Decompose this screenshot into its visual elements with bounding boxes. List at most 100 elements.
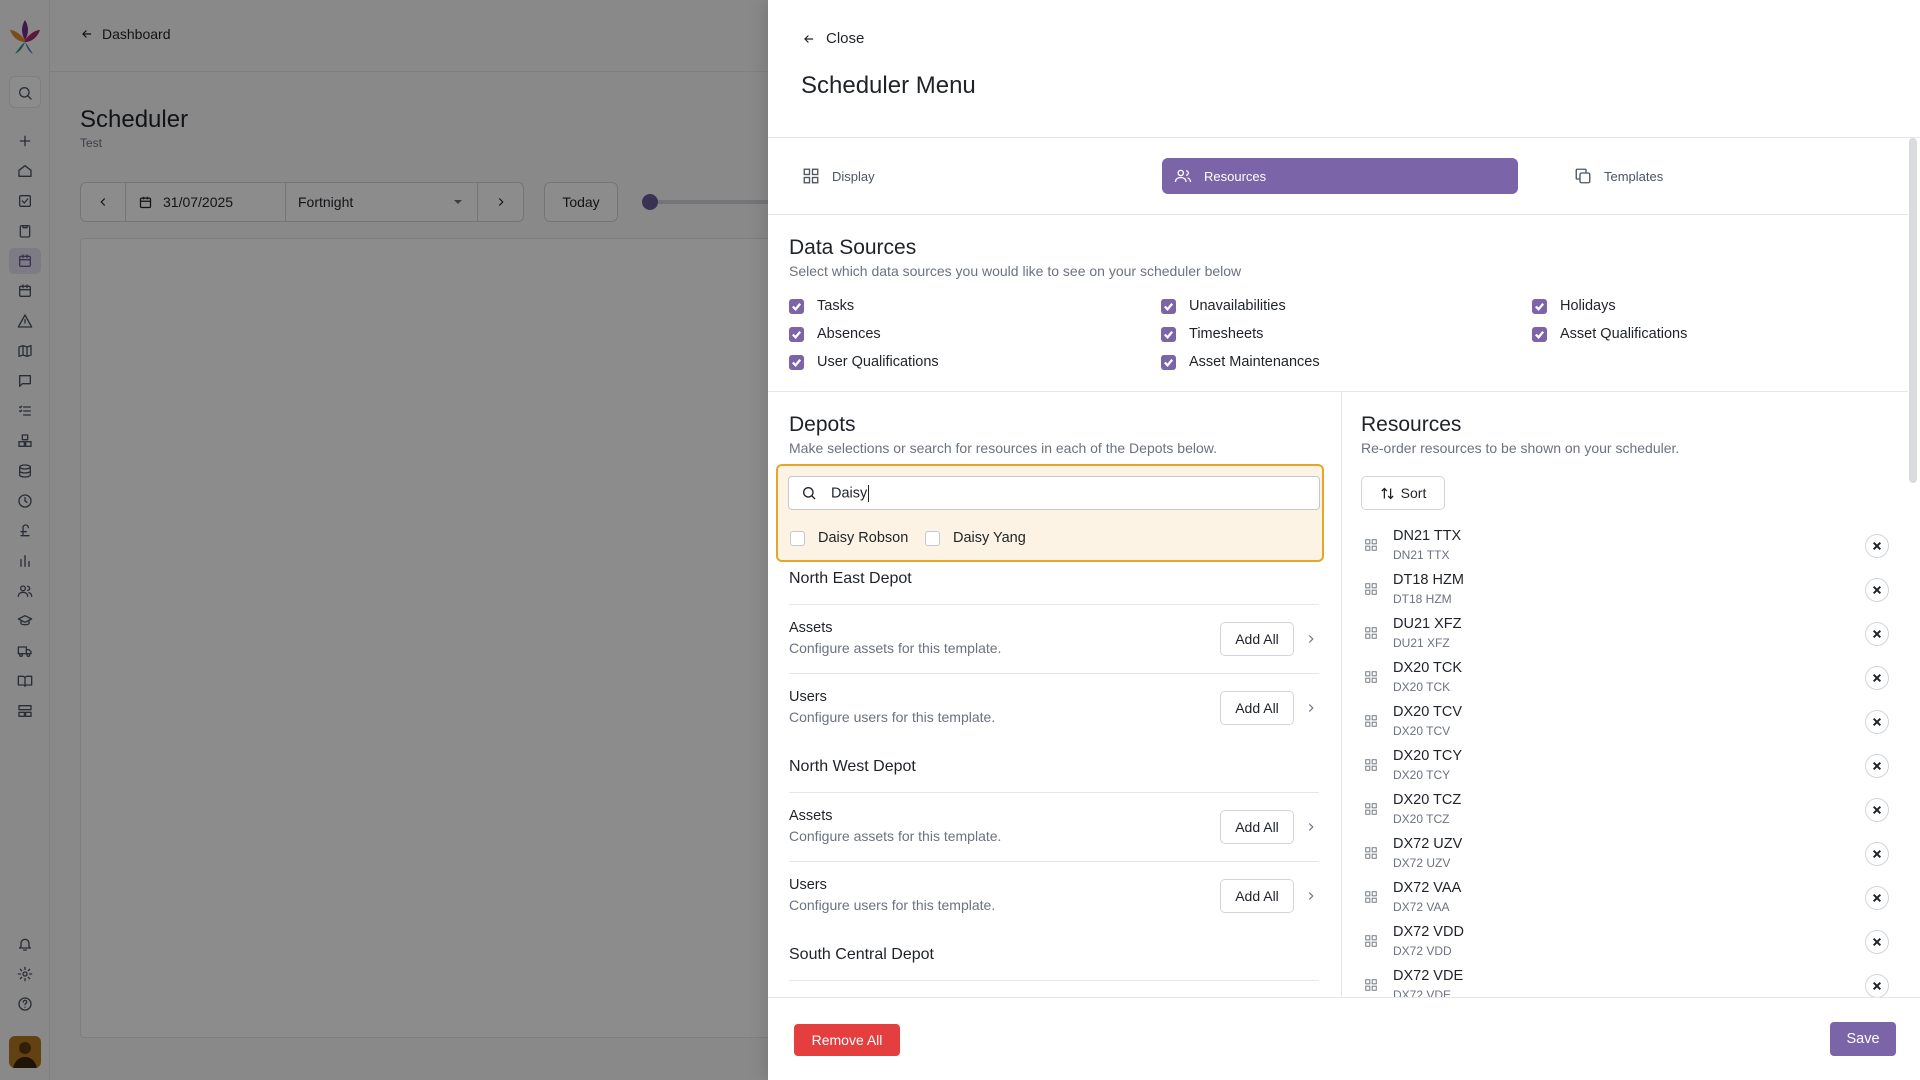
resource-row[interactable]: DN21 TTX DN21 TTX xyxy=(1361,524,1905,568)
resource-subtitle: DX72 UZV xyxy=(1393,856,1451,870)
checkbox-label: Unavailabilities xyxy=(1189,298,1286,314)
result-label: Daisy Yang xyxy=(953,530,1026,546)
resource-name: DX72 VDD xyxy=(1393,924,1464,940)
remove-resource-button[interactable] xyxy=(1865,666,1889,690)
drag-handle-icon[interactable] xyxy=(1364,934,1378,948)
row-description: Configure users for this template. xyxy=(789,709,996,725)
column-divider xyxy=(1341,391,1342,997)
checkbox-checked-icon xyxy=(1532,298,1547,314)
sort-button[interactable]: Sort xyxy=(1361,476,1445,510)
checkbox-unavailabilities[interactable]: Unavailabilities xyxy=(1161,298,1286,314)
checkbox-checked-icon xyxy=(789,354,804,370)
drag-handle-icon[interactable] xyxy=(1364,846,1378,860)
remove-resource-button[interactable] xyxy=(1865,578,1889,602)
resource-row[interactable]: DX72 VAA DX72 VAA xyxy=(1361,876,1905,920)
tab-templates[interactable]: Templates xyxy=(1540,158,1880,194)
resource-name: DX20 TCY xyxy=(1393,748,1463,764)
drag-handle-icon[interactable] xyxy=(1364,802,1378,816)
add-all-users-button[interactable]: Add All xyxy=(1220,691,1294,725)
checkbox-absences[interactable]: Absences xyxy=(789,326,881,342)
result-daisy-yang[interactable]: Daisy Yang xyxy=(925,530,1026,546)
save-button[interactable]: Save xyxy=(1830,1022,1896,1056)
result-label: Daisy Robson xyxy=(818,530,909,546)
divider xyxy=(789,673,1319,674)
drag-handle-icon[interactable] xyxy=(1364,538,1378,552)
close-icon xyxy=(1872,673,1882,683)
depots-description: Make selections or search for resources … xyxy=(789,440,1217,456)
drag-handle-icon[interactable] xyxy=(1364,890,1378,904)
add-all-assets-button[interactable]: Add All xyxy=(1220,622,1294,656)
remove-resource-button[interactable] xyxy=(1865,710,1889,734)
users-icon xyxy=(1174,169,1192,183)
close-icon xyxy=(1872,717,1882,727)
resource-name: DX20 TCZ xyxy=(1393,792,1462,808)
modal-backdrop[interactable] xyxy=(0,0,768,1080)
divider xyxy=(768,214,1908,215)
close-icon xyxy=(1872,541,1882,551)
divider xyxy=(789,792,1319,793)
checkbox-holidays[interactable]: Holidays xyxy=(1532,298,1616,314)
resource-row[interactable]: DX20 TCK DX20 TCK xyxy=(1361,656,1905,700)
close-icon xyxy=(1872,585,1882,595)
remove-resource-button[interactable] xyxy=(1865,622,1889,646)
resource-row[interactable]: DX20 TCZ DX20 TCZ xyxy=(1361,788,1905,832)
drag-handle-icon[interactable] xyxy=(1364,626,1378,640)
chevron-right-icon[interactable] xyxy=(1304,889,1318,903)
row-description: Configure assets for this template. xyxy=(789,828,1002,844)
resource-row[interactable]: DX72 VDE DX72 VDE xyxy=(1361,964,1905,998)
remove-resource-button[interactable] xyxy=(1865,930,1889,954)
panel-scrollbar[interactable] xyxy=(1909,138,1917,483)
row-title: Assets xyxy=(789,808,833,824)
resource-name: DX20 TCV xyxy=(1393,704,1463,720)
chevron-right-icon[interactable] xyxy=(1304,820,1318,834)
resource-subtitle: DX72 VAA xyxy=(1393,900,1450,914)
result-daisy-robson[interactable]: Daisy Robson xyxy=(790,530,908,546)
tab-resources[interactable]: Resources xyxy=(1162,158,1518,194)
resource-row[interactable]: DT18 HZM DT18 HZM xyxy=(1361,568,1905,612)
checkbox-tasks[interactable]: Tasks xyxy=(789,298,854,314)
remove-resource-button[interactable] xyxy=(1865,754,1889,778)
tab-label: Templates xyxy=(1604,168,1664,184)
remove-resource-button[interactable] xyxy=(1865,534,1889,558)
checkbox-checked-icon xyxy=(789,298,804,314)
sort-icon xyxy=(1381,487,1394,499)
checkbox-timesheets[interactable]: Timesheets xyxy=(1161,326,1263,342)
resource-row[interactable]: DU21 XFZ DU21 XFZ xyxy=(1361,612,1905,656)
checkbox-label: User Qualifications xyxy=(817,354,939,370)
resource-row[interactable]: DX72 UZV DX72 UZV xyxy=(1361,832,1905,876)
drag-handle-icon[interactable] xyxy=(1364,978,1378,992)
remove-resource-button[interactable] xyxy=(1865,798,1889,822)
checkbox-unchecked-icon xyxy=(925,530,940,546)
resource-row[interactable]: DX20 TCV DX20 TCV xyxy=(1361,700,1905,744)
panel-title: Scheduler Menu xyxy=(801,72,976,99)
close-label: Close xyxy=(826,30,865,47)
drag-handle-icon[interactable] xyxy=(1364,714,1378,728)
checkbox-asset-qualifications[interactable]: Asset Qualifications xyxy=(1532,326,1687,342)
chevron-right-icon[interactable] xyxy=(1304,632,1318,646)
remove-resource-button[interactable] xyxy=(1865,842,1889,866)
tab-display[interactable]: Display xyxy=(768,158,1108,194)
add-all-users-button[interactable]: Add All xyxy=(1220,879,1294,913)
remove-resource-button[interactable] xyxy=(1865,974,1889,998)
drag-handle-icon[interactable] xyxy=(1364,758,1378,772)
remove-all-button[interactable]: Remove All xyxy=(794,1024,900,1056)
checkbox-asset-maintenances[interactable]: Asset Maintenances xyxy=(1161,354,1320,370)
divider xyxy=(768,137,1920,138)
row-title: Users xyxy=(789,877,827,893)
tab-label: Display xyxy=(832,168,875,184)
resource-name: DX72 VDE xyxy=(1393,968,1464,984)
checkbox-user-qualifications[interactable]: User Qualifications xyxy=(789,354,939,370)
checkbox-label: Asset Maintenances xyxy=(1189,354,1320,370)
chevron-right-icon[interactable] xyxy=(1304,701,1318,715)
drag-handle-icon[interactable] xyxy=(1364,670,1378,684)
resource-row[interactable]: DX20 TCY DX20 TCY xyxy=(1361,744,1905,788)
resource-row[interactable]: DX72 VDD DX72 VDD xyxy=(1361,920,1905,964)
drag-handle-icon[interactable] xyxy=(1364,582,1378,596)
remove-resource-button[interactable] xyxy=(1865,886,1889,910)
checkbox-label: Timesheets xyxy=(1189,326,1264,342)
close-panel-button[interactable]: Close xyxy=(802,30,864,47)
resource-subtitle: DX20 TCZ xyxy=(1393,812,1450,826)
row-title: Users xyxy=(789,689,827,705)
depot-search-input[interactable]: Daisy xyxy=(788,476,1320,510)
add-all-assets-button[interactable]: Add All xyxy=(1220,810,1294,844)
